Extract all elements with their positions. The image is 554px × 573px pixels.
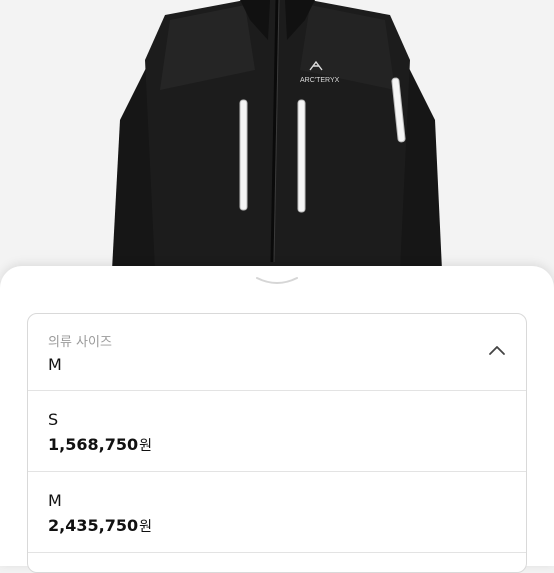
option-price-value: 2,435,750 — [48, 516, 139, 535]
option-name: S — [48, 410, 59, 429]
size-select-dropdown[interactable]: 의류 사이즈 M — [28, 314, 526, 391]
size-select-label: 의류 사이즈 — [48, 335, 112, 350]
center-vent-zip — [297, 99, 306, 213]
size-option-list: 의류 사이즈 M S 1,568,750원 M 2,435,750원 — [27, 313, 527, 573]
option-name: M — [48, 491, 62, 510]
option-price-value: 1,568,750 — [48, 435, 139, 454]
chevron-up-icon[interactable] — [488, 344, 506, 356]
size-option-s[interactable]: S 1,568,750원 — [28, 391, 526, 472]
option-price: 1,568,750원 — [48, 435, 152, 455]
option-price: 2,435,750원 — [48, 516, 152, 536]
sheet-handle-icon[interactable] — [254, 274, 300, 288]
option-price-currency: 원 — [139, 438, 152, 454]
brand-logo-text: ARC'TERYX — [300, 77, 340, 84]
option-price-currency: 원 — [139, 519, 152, 535]
jacket-image: ARC'TERYX — [0, 0, 554, 280]
option-bottom-sheet: 의류 사이즈 M S 1,568,750원 M 2,435,750원 — [0, 266, 554, 573]
left-vent-zip — [239, 99, 248, 211]
size-selected-value: M — [48, 355, 62, 374]
size-option-m[interactable]: M 2,435,750원 — [28, 472, 526, 553]
product-photo: ARC'TERYX — [0, 0, 554, 280]
